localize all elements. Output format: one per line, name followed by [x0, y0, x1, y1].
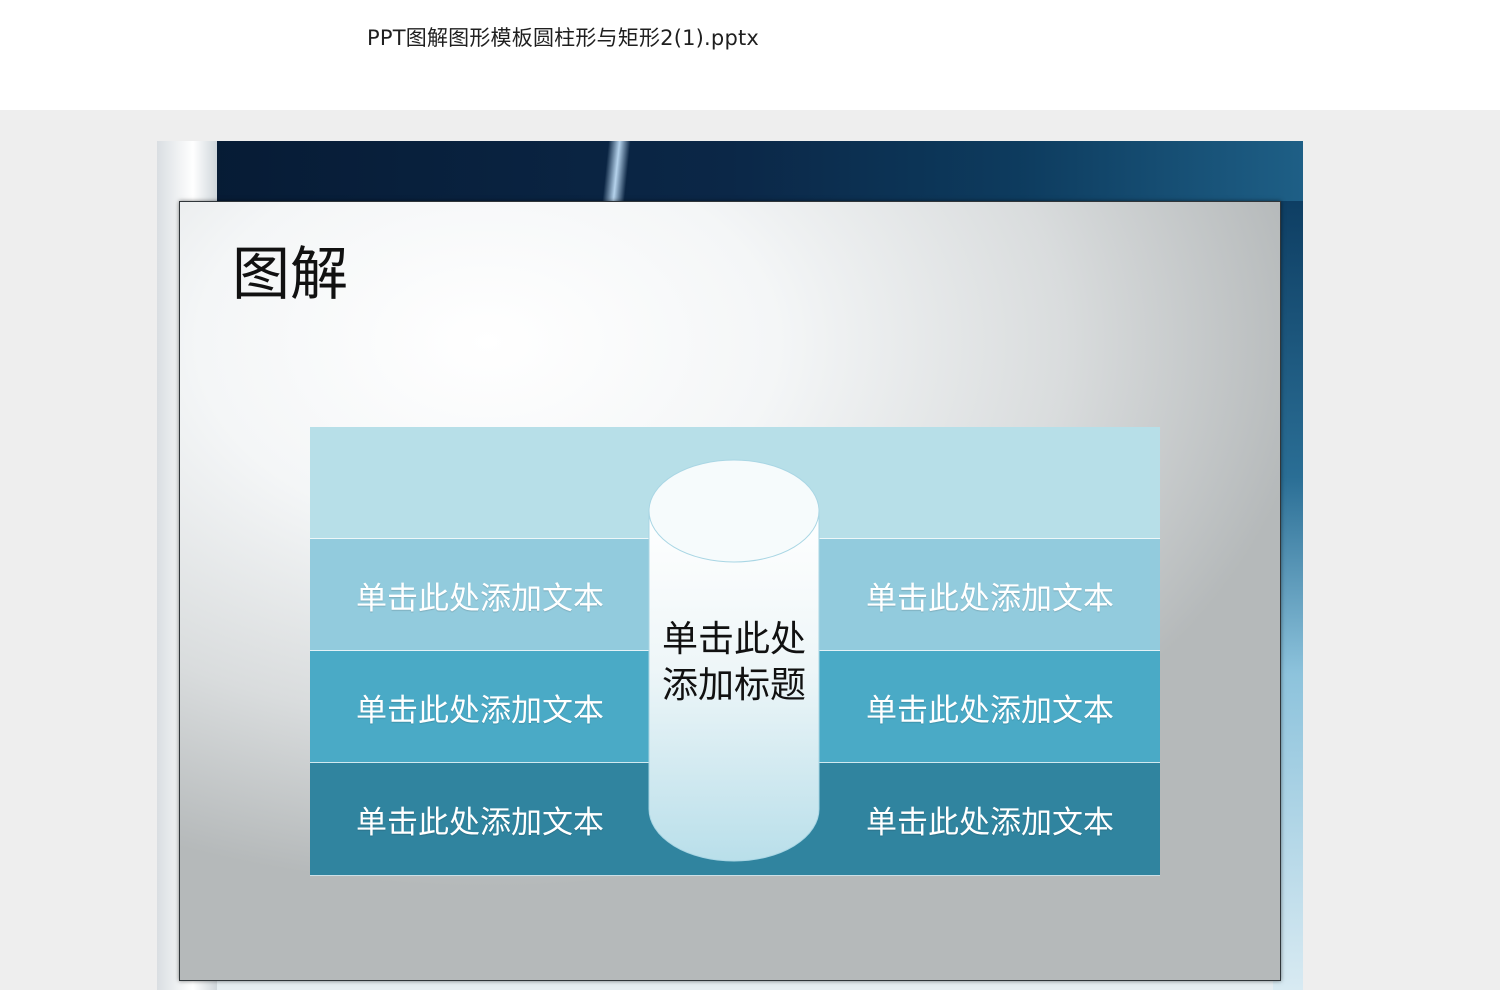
band-3-right-text[interactable]: 单击此处添加文本 [866, 797, 1114, 842]
cylinder-rectangle-diagram: 单击此处添加文本 单击此处添加文本 单击此处添加文本 单击此处添加文本 单击此处… [310, 427, 1160, 876]
band-1-left-text[interactable]: 单击此处添加文本 [356, 573, 604, 618]
cylinder-shape[interactable]: 单击此处 添加标题 [648, 459, 820, 863]
band-1-right-text[interactable]: 单击此处添加文本 [866, 573, 1114, 618]
slide-title[interactable]: 图解 [232, 227, 348, 311]
document-header: PPT图解图形模板圆柱形与矩形2(1).pptx [0, 0, 1500, 110]
content-board: 图解 单击此处添加文本 单击此处添加文本 单击此处添加文本 单击此处添加文本 单… [179, 201, 1281, 981]
cylinder-label-line2: 添加标题 [661, 665, 806, 706]
file-title: PPT图解图形模板圆柱形与矩形2(1).pptx [367, 26, 760, 50]
cylinder-label-line1: 单击此处 [661, 619, 806, 660]
cylinder-label[interactable]: 单击此处 添加标题 [648, 617, 820, 709]
slide[interactable]: 图解 单击此处添加文本 单击此处添加文本 单击此处添加文本 单击此处添加文本 单… [157, 141, 1303, 990]
band-3-left-text[interactable]: 单击此处添加文本 [356, 797, 604, 842]
band-2-right-text[interactable]: 单击此处添加文本 [866, 685, 1114, 730]
band-2-left-text[interactable]: 单击此处添加文本 [356, 685, 604, 730]
